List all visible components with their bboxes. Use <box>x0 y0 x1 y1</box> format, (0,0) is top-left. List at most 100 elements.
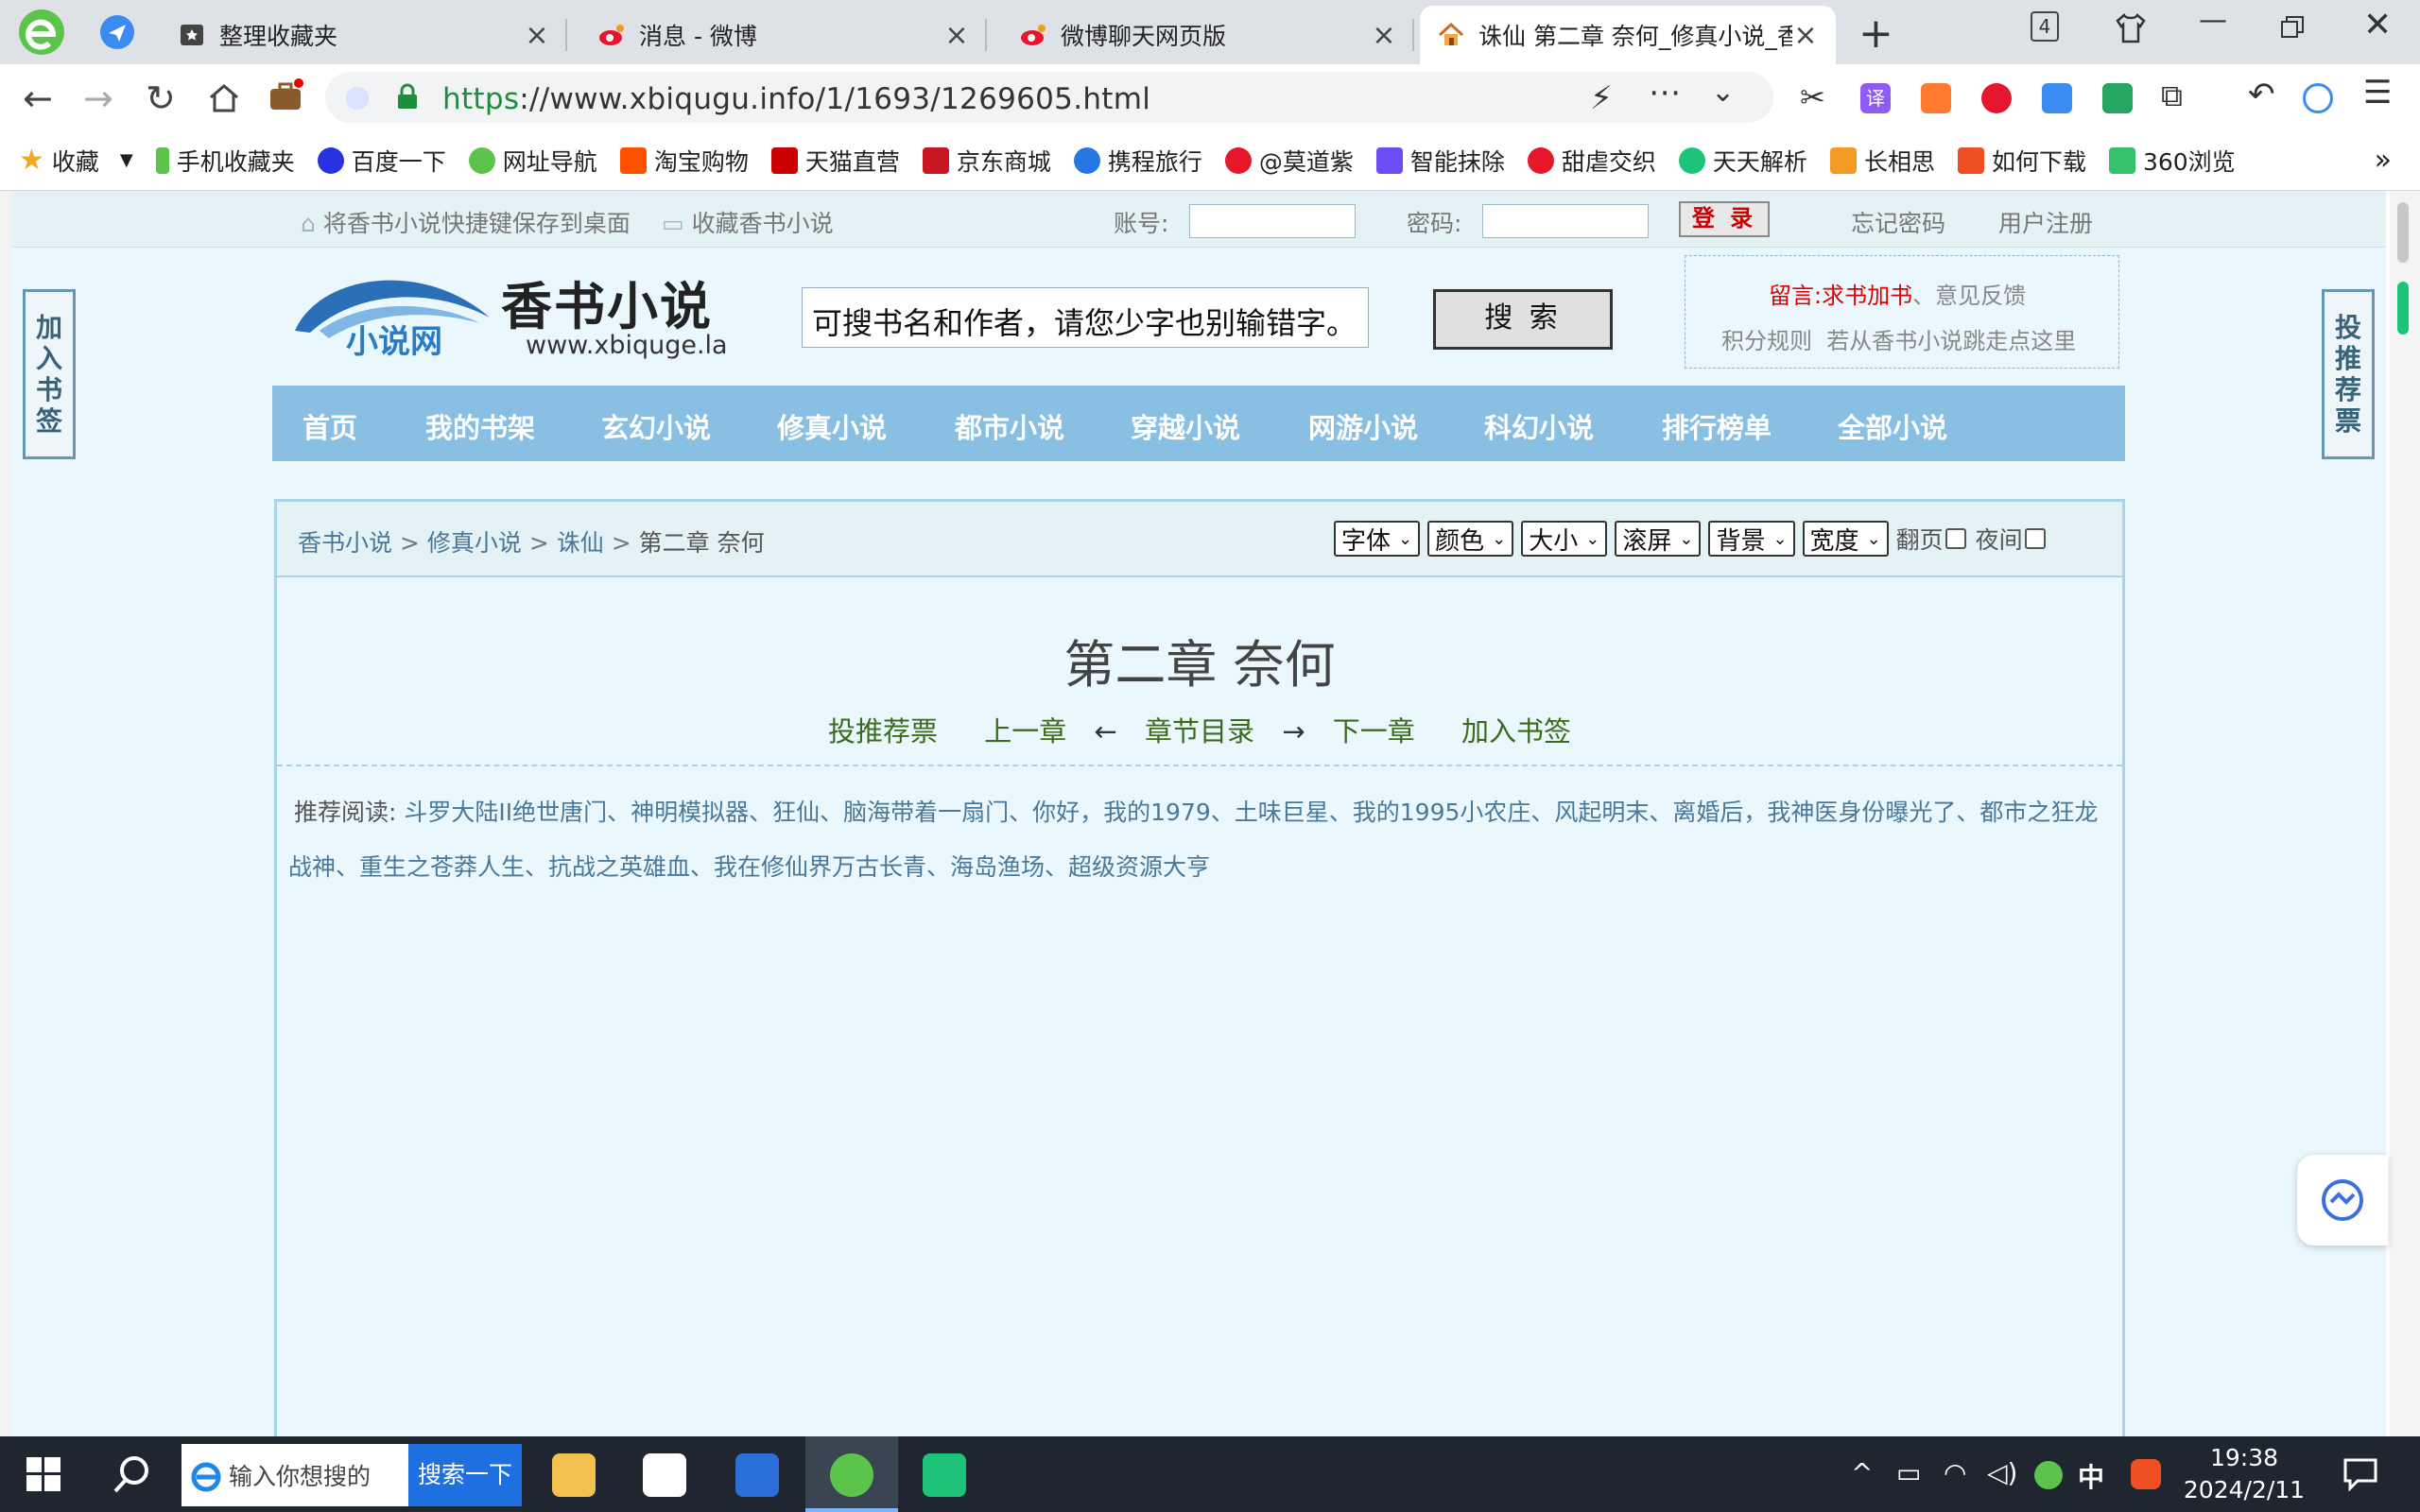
breadcrumb-category[interactable]: 修真小说 <box>427 529 522 557</box>
nav-xianxia[interactable]: 修真小说 <box>777 406 887 446</box>
puzzle-icon[interactable]: ⧉ <box>2161 77 2183 114</box>
clock[interactable]: 19:38 2024/2/11 <box>2180 1442 2308 1506</box>
next-chapter-link[interactable]: 下一章 <box>1333 715 1415 747</box>
width-select[interactable]: 宽度 ⌄ <box>1802 521 1889 557</box>
nav-urban[interactable]: 都市小说 <box>955 406 1064 446</box>
battery-icon[interactable]: ▭ <box>1896 1457 1921 1488</box>
tab-count-button[interactable]: 4 <box>2031 11 2059 42</box>
bookmark-item[interactable]: 百度一下 <box>317 144 446 178</box>
chat-app-icon[interactable] <box>923 1453 966 1497</box>
toc-link[interactable]: 章节目录 <box>1145 715 1254 747</box>
taskbar-search-box[interactable]: 输入你想搜的 搜索一下 <box>182 1444 522 1506</box>
close-window-icon[interactable]: ✕ <box>2363 6 2392 44</box>
login-button[interactable]: 登 录 <box>1679 201 1770 237</box>
minimize-icon[interactable]: — <box>2199 4 2227 37</box>
color-select[interactable]: 颜色 ⌄ <box>1427 521 1514 557</box>
game-icon[interactable] <box>1921 83 1951 113</box>
password-input[interactable] <box>1482 204 1649 238</box>
address-bar[interactable]: https://www.xbiqugu.info/1/1693/1269605.… <box>325 72 1773 123</box>
speaker-icon[interactable]: ◁) <box>1987 1457 2017 1488</box>
tab-zhuxian-chapter[interactable]: 诛仙 第二章 奈何_修真小说_香 × <box>1420 6 1836 64</box>
nav-rankings[interactable]: 排行榜单 <box>1662 406 1772 446</box>
scissors-icon[interactable]: ✂ <box>1800 79 1825 115</box>
size-select[interactable]: 大小 ⌄ <box>1521 521 1608 557</box>
side-add-bookmark-button[interactable]: 加入书签 <box>23 289 76 459</box>
photos-app-icon[interactable] <box>643 1453 686 1497</box>
close-icon[interactable]: × <box>524 19 550 52</box>
tab-weibo-messages[interactable]: 消息 - 微博 × <box>580 6 987 64</box>
nav-fantasy[interactable]: 玄幻小说 <box>601 406 711 446</box>
more-dots-icon[interactable]: ⋯ <box>1649 74 1681 112</box>
forgot-password-link[interactable]: 忘记密码 <box>1851 205 1945 239</box>
nav-home[interactable]: 首页 <box>302 406 357 446</box>
forward-arrow-icon[interactable]: → <box>83 77 113 119</box>
back-arrow-icon[interactable]: ← <box>23 77 53 119</box>
store-icon[interactable] <box>735 1453 779 1497</box>
nav-scifi[interactable]: 科幻小说 <box>1484 406 1594 446</box>
menu-icon[interactable]: ☰ <box>2363 74 2392 112</box>
bookmark-item[interactable]: 智能抹除 <box>1375 144 1505 178</box>
bookmark-item[interactable]: 天猫直营 <box>770 144 900 178</box>
breadcrumb-home[interactable]: 香书小说 <box>298 529 392 557</box>
file-explorer-icon[interactable] <box>552 1453 596 1497</box>
side-vote-button[interactable]: 投推荐票 <box>2322 289 2375 459</box>
skin-shirt-icon[interactable] <box>2114 11 2148 45</box>
close-icon[interactable]: × <box>1792 19 1819 52</box>
undo-icon[interactable]: ↶ <box>2248 76 2275 113</box>
tab-bookmarks-manager[interactable]: 整理收藏夹 × <box>161 6 567 64</box>
reload-icon[interactable]: ↻ <box>146 77 176 119</box>
account-input[interactable] <box>1189 204 1356 238</box>
font-select[interactable]: 字体 ⌄ <box>1334 521 1421 557</box>
nav-all-novels[interactable]: 全部小说 <box>1838 406 1947 446</box>
bookmark-item[interactable]: 如何下载 <box>1957 144 2086 178</box>
site-info-icon[interactable] <box>346 87 369 110</box>
add-bookmark-link[interactable]: 加入书签 <box>1461 715 1571 747</box>
assistant-icon[interactable] <box>2303 83 2333 113</box>
lightning-icon[interactable]: ⚡ <box>1590 79 1613 117</box>
new-tab-button[interactable]: + <box>1858 9 1893 58</box>
nav-bookshelf[interactable]: 我的书架 <box>425 406 535 446</box>
night-mode-checkbox[interactable] <box>2024 528 2046 549</box>
taskbar-search-button[interactable]: 搜索一下 <box>407 1444 522 1506</box>
save-shortcut-link[interactable]: ⌂ 将香书小说快捷键保存到桌面 <box>301 205 631 239</box>
search-button[interactable]: 搜 索 <box>1433 289 1613 350</box>
nav-online-game[interactable]: 网游小说 <box>1308 406 1418 446</box>
page-turn-checkbox[interactable] <box>1945 528 1966 549</box>
bookmark-item[interactable]: 网址导航 <box>468 144 597 178</box>
security-tray-icon[interactable] <box>2034 1461 2063 1489</box>
windows-start-icon[interactable] <box>26 1457 60 1491</box>
bookmark-item[interactable]: 京东商城 <box>922 144 1051 178</box>
background-select[interactable]: 背景 ⌄ <box>1708 521 1795 557</box>
nav-time-travel[interactable]: 穿越小说 <box>1131 406 1240 446</box>
close-icon[interactable]: × <box>1371 19 1397 52</box>
points-rules-link[interactable]: 积分规则 <box>1721 328 1812 354</box>
feedback-link[interactable]: 意见反馈 <box>1935 283 2026 309</box>
sogou-icon[interactable] <box>2131 1459 2161 1489</box>
bookmarks-more-button[interactable]: » <box>2375 144 2392 177</box>
scroll-select[interactable]: 滚屏 ⌄ <box>1615 521 1702 557</box>
chevron-down-icon[interactable]: ⌄ <box>1711 76 1735 109</box>
restore-icon[interactable] <box>2280 15 2305 40</box>
vote-link[interactable]: 投推荐票 <box>828 715 938 747</box>
bookmark-item[interactable]: 天天解析 <box>1678 144 1807 178</box>
ime-indicator[interactable]: 中 <box>2078 1457 2104 1495</box>
taskbar-search-input[interactable]: 输入你想搜的 <box>229 1458 405 1492</box>
weibo-ext-icon[interactable] <box>1981 83 2012 113</box>
recommend-list[interactable]: 斗罗大陆II绝世唐门、神明模拟器、狂仙、脑海带着一扇门、你好，我的1979、土味… <box>288 799 2098 881</box>
notification-icon[interactable] <box>2342 1457 2378 1491</box>
bookmark-favorites[interactable]: ★ 收藏 ▼ <box>19 144 133 178</box>
bookmark-item[interactable]: 手机收藏夹 <box>155 144 295 178</box>
bookmark-item[interactable]: 甜虐交织 <box>1527 144 1656 178</box>
request-book-link[interactable]: 求书加书 <box>1822 283 1912 309</box>
search-icon[interactable] <box>112 1453 153 1495</box>
bookmark-item[interactable]: 长相思 <box>1829 144 1935 178</box>
taskbar-browser-active[interactable] <box>805 1436 898 1512</box>
briefcase-icon[interactable] <box>267 77 304 115</box>
caret-down-icon[interactable]: ▼ <box>120 150 133 170</box>
jump-away-link[interactable]: 若从香书小说跳走点这里 <box>1826 328 2076 354</box>
lock-icon[interactable] <box>397 83 418 110</box>
url-text[interactable]: https://www.xbiqugu.info/1/1693/1269605.… <box>442 82 1150 116</box>
browser-logo-icon[interactable] <box>17 8 66 57</box>
search-input[interactable]: 可搜书名和作者，请您少字也别输错字。 <box>802 287 1369 348</box>
home-icon[interactable] <box>208 83 240 113</box>
